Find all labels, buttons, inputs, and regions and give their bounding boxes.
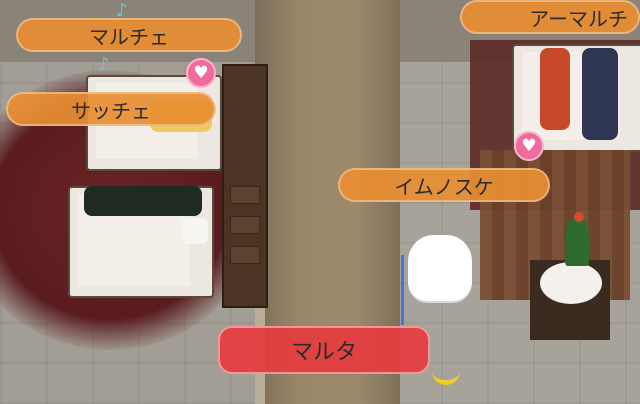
character-redhead[interactable] xyxy=(540,48,570,130)
name-tag-sacche[interactable]: サッチェ xyxy=(6,92,216,126)
name-tag-marche[interactable]: マルチェ xyxy=(16,18,242,52)
drawer xyxy=(230,216,260,234)
dresser-left[interactable] xyxy=(222,64,268,308)
white-creature[interactable] xyxy=(408,235,472,301)
name-tag-imunosuke[interactable]: イムノスケ xyxy=(338,168,550,202)
potted-plant xyxy=(565,218,589,266)
drawer xyxy=(230,246,260,264)
drawer xyxy=(230,186,260,204)
character-silver-hair[interactable] xyxy=(582,48,618,140)
lace-doily xyxy=(540,262,602,304)
music-note-icon: ♪ xyxy=(98,54,110,75)
pillow xyxy=(182,218,208,244)
path-marker xyxy=(401,255,404,325)
name-tag-maruta-selected[interactable]: マルタ xyxy=(218,326,430,374)
heart-icon: ♥ xyxy=(186,58,216,88)
name-tag-amarchi[interactable]: アーマルチ xyxy=(460,0,640,34)
heart-icon: ♥ xyxy=(514,131,544,161)
character-sleeping-dark[interactable] xyxy=(84,186,202,216)
game-scene: ♪ ♪ ♥ ♥ マルチェ サッチェ アーマルチ イムノスケ マルタ xyxy=(0,0,640,404)
flower xyxy=(574,212,584,222)
